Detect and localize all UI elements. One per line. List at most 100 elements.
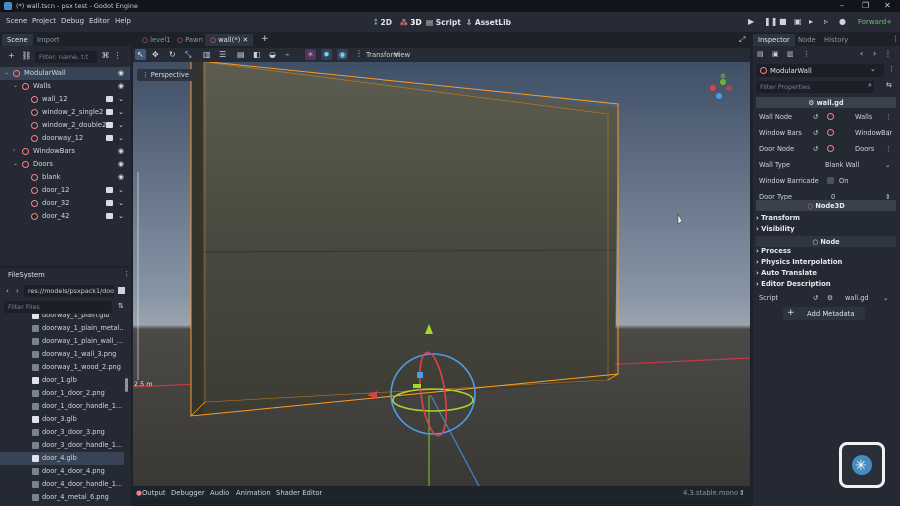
checkbox[interactable]: [827, 177, 834, 184]
filesystem-options-icon[interactable]: ⋮: [123, 270, 130, 278]
add-metadata-button[interactable]: + Add Metadata: [783, 307, 865, 320]
open-scene-icon[interactable]: [106, 135, 113, 141]
tab-history[interactable]: History: [819, 34, 853, 46]
property-value[interactable]: Blank Wall: [825, 161, 859, 169]
tab-output[interactable]: ●Output: [136, 489, 166, 497]
open-scene-icon[interactable]: [106, 96, 113, 102]
pause-icon[interactable]: ❚❚: [764, 17, 777, 26]
tab-debugger[interactable]: Debugger: [171, 489, 205, 497]
menu-project[interactable]: Project: [32, 17, 56, 25]
lock-icon[interactable]: ▤: [237, 50, 245, 59]
play-icon[interactable]: ▶: [748, 17, 754, 26]
section-visibility[interactable]: › Visibility: [756, 225, 795, 233]
3d-viewport[interactable]: ⋮ Perspective 2.5 m: [133, 62, 750, 486]
scene-tree-item[interactable]: window_2_single2 ⌄: [0, 106, 130, 119]
forward-icon[interactable]: ›: [16, 287, 19, 295]
preview-environment-icon[interactable]: ✸: [321, 49, 332, 60]
chevron-down-icon[interactable]: ⌄: [118, 212, 124, 220]
workspace-script-button[interactable]: ▤ Script: [422, 16, 465, 29]
minimize-button[interactable]: –: [840, 1, 844, 10]
visibility-eye-icon[interactable]: ◉: [118, 82, 124, 90]
remote-debug-icon[interactable]: ▣: [794, 17, 802, 26]
scene-filter-input[interactable]: Filter: name, t:t: [35, 51, 97, 63]
file-item[interactable]: doorway_1_wood_2.png: [0, 361, 124, 374]
scene-tree-item[interactable]: door_12 ⌄: [0, 184, 130, 197]
property-options-icon[interactable]: ⇆: [886, 81, 892, 89]
play-scene-icon[interactable]: ▸: [809, 17, 813, 26]
chevron-down-icon[interactable]: ⌄: [13, 160, 18, 167]
perspective-menu[interactable]: ⋮ Perspective: [137, 69, 194, 81]
resource-options-icon[interactable]: ⋮: [803, 50, 810, 58]
chevron-down-icon[interactable]: ⌄: [118, 186, 124, 194]
scene-tree-item[interactable]: door_42 ⌄: [0, 210, 130, 223]
filter-files-input[interactable]: Filter Files: [4, 301, 112, 313]
property-value[interactable]: Doors: [855, 145, 874, 153]
layout-toggle-icon[interactable]: [118, 287, 125, 294]
chevron-down-icon[interactable]: ⌄: [4, 69, 9, 76]
section-process[interactable]: › Process: [756, 247, 791, 255]
chevron-down-icon[interactable]: ⌄: [118, 95, 124, 103]
workspace-2d-button[interactable]: ⁑ 2D: [370, 16, 396, 29]
section-physics-interpolation[interactable]: › Physics Interpolation: [756, 258, 842, 266]
preview-sun-icon[interactable]: ☀: [305, 49, 316, 60]
tab-wall[interactable]: ○ wall(*) ✕: [205, 34, 254, 46]
tab-scene[interactable]: Scene: [2, 34, 33, 46]
stop-icon[interactable]: ■: [779, 17, 787, 26]
node-tools-icon[interactable]: ⋮: [888, 65, 895, 73]
inspector-options-icon[interactable]: ⋮: [892, 35, 899, 43]
scene-tree-item[interactable]: wall_12 ⌄: [0, 93, 130, 106]
group-icon[interactable]: ◧: [253, 50, 261, 59]
filter-properties-input[interactable]: Filter Properties: [756, 81, 874, 93]
scene-tree-item[interactable]: ⌄ Doors ◉: [0, 158, 130, 171]
maximize-button[interactable]: ❐: [862, 1, 869, 10]
chevron-right-icon[interactable]: ›: [13, 147, 15, 154]
open-scene-icon[interactable]: [106, 213, 113, 219]
chevron-down-icon[interactable]: ⌄: [883, 294, 889, 302]
open-scene-icon[interactable]: [106, 122, 113, 128]
property-value[interactable]: Walls: [855, 113, 872, 121]
visibility-eye-icon[interactable]: ◉: [118, 173, 124, 181]
file-item[interactable]: doorway_1_plain_wall_...: [0, 335, 124, 348]
add-tab-icon[interactable]: +: [261, 34, 269, 44]
menu-help[interactable]: Help: [115, 17, 131, 25]
file-item[interactable]: door_4.glb: [0, 452, 124, 465]
script-attach-icon[interactable]: ⌘: [100, 50, 111, 61]
list-select-icon[interactable]: ☰: [219, 50, 226, 59]
workspace-assetlib-button[interactable]: ⇩ AssetLib: [462, 16, 515, 29]
sort-icon[interactable]: ⇅: [118, 302, 124, 310]
section-auto-translate[interactable]: › Auto Translate: [756, 269, 817, 277]
scene-tree-item[interactable]: door_32 ⌄: [0, 197, 130, 210]
section-transform[interactable]: › Transform: [756, 214, 800, 222]
preview-globe-icon[interactable]: ◉: [337, 49, 348, 60]
open-scene-icon[interactable]: [106, 187, 113, 193]
file-item[interactable]: door_3_door_handle_1...: [0, 439, 124, 452]
tab-animation[interactable]: Animation: [236, 489, 271, 497]
script-value[interactable]: wall.gd: [845, 294, 869, 302]
object-history-icon[interactable]: ⋮: [884, 49, 892, 58]
view-menu[interactable]: View: [394, 51, 410, 59]
tab-audio[interactable]: Audio: [210, 489, 229, 497]
tab-shader-editor[interactable]: Shader Editor: [276, 489, 322, 497]
select-mode-icon[interactable]: ↖: [135, 49, 146, 60]
chevron-down-icon[interactable]: ⌄: [118, 121, 124, 129]
revert-icon[interactable]: ↺: [813, 145, 819, 153]
scene-tree-item[interactable]: doorway_12 ⌄: [0, 132, 130, 145]
menu-debug[interactable]: Debug: [61, 17, 84, 25]
file-item[interactable]: door_4_door_4.png: [0, 465, 124, 478]
file-item[interactable]: door_3.glb: [0, 413, 124, 426]
chevron-down-icon[interactable]: ⌄: [13, 82, 18, 89]
open-scene-icon[interactable]: [106, 200, 113, 206]
expand-panel-icon[interactable]: ⇕: [739, 489, 745, 497]
scale-mode-icon[interactable]: ⤡: [185, 50, 191, 60]
move-mode-icon[interactable]: ✥: [152, 50, 159, 59]
distraction-free-icon[interactable]: ⤢: [739, 35, 745, 45]
property-options-icon[interactable]: ⋮: [885, 113, 892, 121]
history-forward-icon[interactable]: ›: [873, 49, 876, 58]
node-selector[interactable]: ModularWall: [756, 64, 884, 77]
load-resource-icon[interactable]: ▣: [772, 50, 779, 58]
file-item[interactable]: door_1.glb: [0, 374, 124, 387]
property-value[interactable]: On: [839, 177, 848, 185]
file-item[interactable]: door_1_door_2.png: [0, 387, 124, 400]
chevron-down-icon[interactable]: ⌄: [118, 134, 124, 142]
scene-tree-item[interactable]: blank ◉: [0, 171, 130, 184]
